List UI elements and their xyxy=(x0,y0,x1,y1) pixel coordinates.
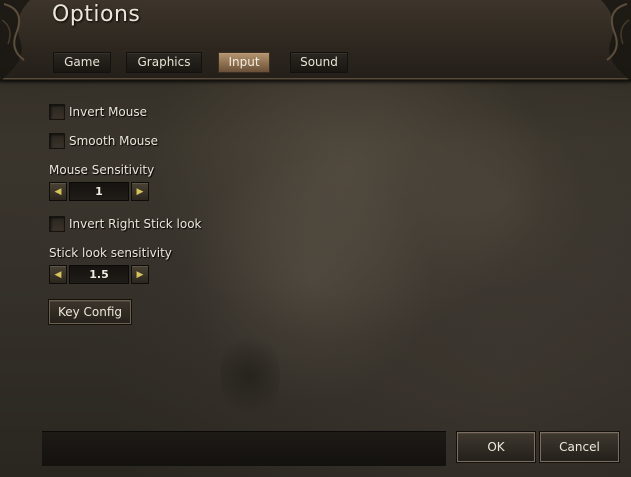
tab-input[interactable]: Input xyxy=(218,52,270,73)
options-window: Options Game Graphics Input Sound Invert… xyxy=(0,0,631,477)
status-bar xyxy=(42,431,446,466)
arrow-left-icon[interactable]: ◀ xyxy=(49,182,67,201)
invert-mouse-checkbox[interactable] xyxy=(49,104,65,120)
cancel-button[interactable]: Cancel xyxy=(540,432,619,462)
smooth-mouse-row: Smooth Mouse xyxy=(49,133,158,149)
stick-sensitivity-value: 1.5 xyxy=(69,265,129,284)
tab-sound[interactable]: Sound xyxy=(290,52,348,73)
key-config-button[interactable]: Key Config xyxy=(49,300,131,324)
arrow-left-icon[interactable]: ◀ xyxy=(49,265,67,284)
mouse-sensitivity-label: Mouse Sensitivity xyxy=(49,163,155,177)
ok-button[interactable]: OK xyxy=(457,432,535,462)
invert-right-stick-label: Invert Right Stick look xyxy=(69,217,202,231)
smooth-mouse-label: Smooth Mouse xyxy=(69,134,159,148)
ornament-left-icon xyxy=(0,0,30,82)
smooth-mouse-checkbox[interactable] xyxy=(49,133,65,149)
mouse-sensitivity-value: 1 xyxy=(69,182,129,201)
mouse-sensitivity-stepper: ◀ 1 ▶ xyxy=(49,182,149,201)
invert-right-stick-checkbox[interactable] xyxy=(49,216,65,232)
window-header: Options Game Graphics Input Sound xyxy=(0,0,631,84)
arrow-right-icon[interactable]: ▶ xyxy=(131,182,149,201)
invert-mouse-row: Invert Mouse xyxy=(49,104,147,120)
input-settings-panel: Invert Mouse Smooth Mouse Mouse Sensitiv… xyxy=(0,80,631,477)
ornament-right-icon xyxy=(601,0,631,82)
tab-graphics[interactable]: Graphics xyxy=(126,52,202,73)
stick-sensitivity-stepper: ◀ 1.5 ▶ xyxy=(49,265,149,284)
tab-game[interactable]: Game xyxy=(53,52,111,73)
arrow-right-icon[interactable]: ▶ xyxy=(131,265,149,284)
invert-mouse-label: Invert Mouse xyxy=(69,105,148,119)
invert-right-stick-row: Invert Right Stick look xyxy=(49,216,201,232)
window-title: Options xyxy=(52,2,141,27)
stick-sensitivity-label: Stick look sensitivity xyxy=(49,246,172,260)
